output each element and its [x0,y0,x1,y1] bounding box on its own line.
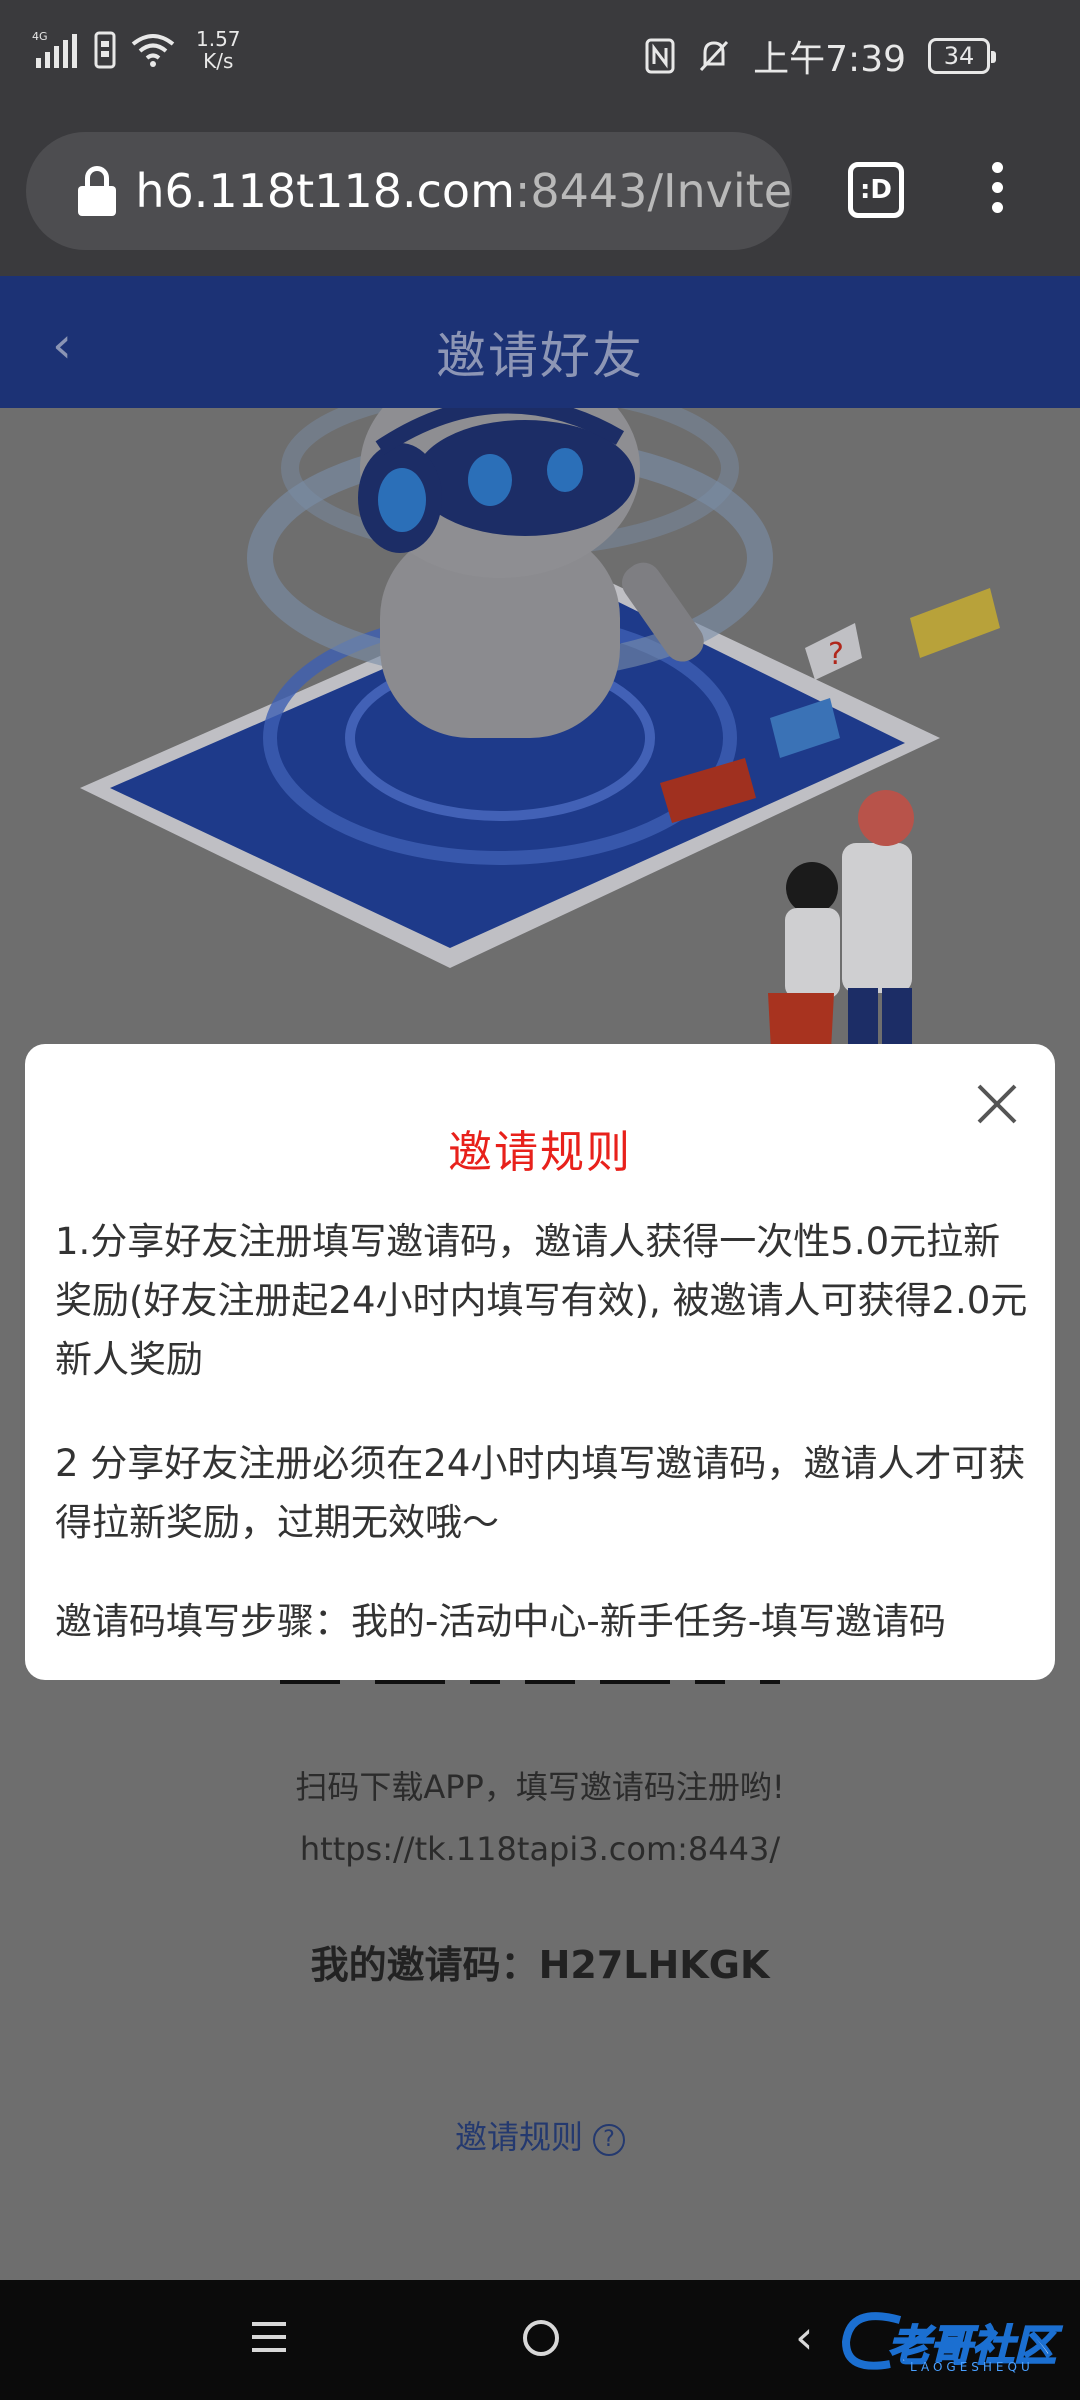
speed-unit: K/s [203,49,234,73]
speed-value: 1.57 [196,27,241,51]
app-header: ‹ 邀请好友 [0,276,1080,408]
invite-rules-label: 邀请规则 [454,2118,583,2156]
lock-icon [76,166,116,216]
battery-icon: 34 [928,38,996,74]
mute-bell-icon [700,40,729,72]
status-bar: 4G 1.57 K/s 上午7:39 34 [0,0,1080,110]
home-circle-icon[interactable] [523,2320,559,2356]
url-host: h6.118t118.com [135,164,515,218]
address-bar[interactable]: h6.118t118.com:8443/Invite [26,132,792,250]
page-title: 邀请好友 [436,327,644,385]
clock: 上午7:39 [753,39,906,80]
browser-toolbar: h6.118t118.com:8443/Invite :D [0,110,1080,276]
more-menu-icon[interactable] [985,162,1009,222]
dialog-title: 邀请规则 [448,1127,632,1178]
recents-menu-icon[interactable] [252,2322,286,2361]
wifi-icon [131,34,175,67]
watermark-subtext: LAOGESHEQU [910,2360,1034,2374]
watermark-logo: 老哥社区 LAOGESHEQU [840,2302,1068,2382]
invite-rules-dialog: 邀请规则 1.分享好友注册填写邀请码，邀请人获得一次性5.0元拉新奖励(好友注册… [25,1044,1055,1680]
download-url[interactable]: https://tk.118tapi3.com:8443/ [0,1830,1080,1868]
system-nav-bar: ‹ 老哥社区 LAOGESHEQU [0,2280,1080,2400]
status-left: 4G 1.57 K/s [32,28,241,72]
url-text[interactable]: h6.118t118.com:8443/Invite [135,164,792,218]
rule-item-2: 2 分享好友注册必须在24小时内填写邀请码，邀请人才可获得拉新奖励，过期无效哦～ [55,1442,1026,1544]
rule-item-3: 邀请码填写步骤：我的-活动中心-新手任务-填写邀请码 [55,1600,947,1643]
rule-item-1: 1.分享好友注册填写邀请码，邀请人获得一次性5.0元拉新奖励(好友注册起24小时… [55,1220,1028,1381]
sim-icon [94,31,116,69]
invite-code-label: 我的邀请码： [310,1943,539,1987]
scan-download-hint: 扫码下载APP，填写邀请码注册哟! [295,1768,785,1806]
my-invite-code: 我的邀请码：H27LHKGK [0,1934,1080,1989]
signal-icon: 4G [32,30,77,68]
network-type: 4G [32,30,48,43]
svg-text:?: ? [828,637,844,672]
network-speed: 1.57 K/s [196,28,241,72]
url-path: :8443/Invite [514,164,792,218]
help-circle-icon: ? [593,2124,625,2156]
invite-code-value[interactable]: H27LHKGK [539,1943,770,1987]
invite-rules-link[interactable]: 邀请规则? [0,2112,1080,2158]
nfc-icon [645,38,675,74]
tab-switcher-button[interactable]: :D [848,162,904,218]
status-right: 上午7:39 34 [645,30,996,82]
back-nav-icon[interactable]: ‹ [795,2310,813,2364]
